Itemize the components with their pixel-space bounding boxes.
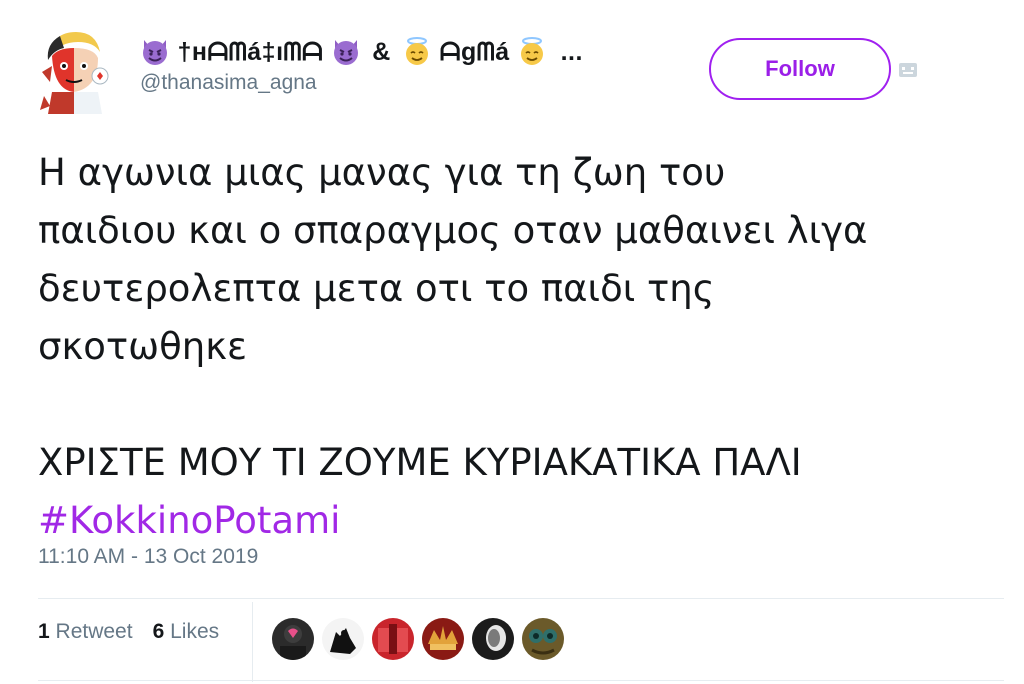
liker-avatar[interactable] (472, 618, 514, 660)
divider (252, 602, 253, 682)
more-menu-icon[interactable] (898, 62, 918, 78)
tweet-text-line: δευτερολεπτα μετα οτι το παιδι της (38, 267, 715, 310)
display-name[interactable]: †нᗩᗰá‡ıᗰᗩ & ᗩgᗰá ... (140, 36, 583, 67)
divider (38, 598, 1004, 599)
liker-avatars (272, 618, 564, 660)
tweet-text: Η αγωνια μιας μανας για τη ζωη του παιδι… (38, 144, 1013, 550)
tweet-text-line: σκοτωθηκε (38, 325, 248, 368)
likes-label: Likes (170, 620, 220, 643)
devil-emoji-icon (333, 40, 358, 65)
liker-avatar[interactable] (422, 618, 464, 660)
user-info[interactable]: †нᗩᗰá‡ıᗰᗩ & ᗩgᗰá ... @thanasima_agna (140, 36, 583, 95)
retweet-count: 1 (38, 620, 50, 643)
tweet-text-line: ΧΡΙΣΤΕ ΜΟΥ ΤΙ ΖΟΥΜΕ ΚΥΡΙΑΚΑΤΙΚΑ ΠΑΛΙ (38, 441, 802, 484)
likes-stat[interactable]: 6 Likes (153, 620, 220, 644)
user-handle[interactable]: @thanasima_agna (140, 71, 583, 95)
tweet-header: †нᗩᗰá‡ıᗰᗩ & ᗩgᗰá ... @thanasima_agna Fol… (38, 26, 998, 116)
profile-avatar[interactable] (38, 26, 112, 114)
retweet-stat[interactable]: 1 Retweet (38, 620, 133, 644)
tweet-text-line: παιδιου και ο σπαραγμος οταν μαθαινει λι… (38, 209, 868, 252)
divider (38, 680, 1004, 681)
liker-avatar[interactable] (272, 618, 314, 660)
devil-emoji-icon (143, 40, 167, 65)
tweet-timestamp[interactable]: 11:10 AM - 13 Oct 2019 (38, 545, 258, 569)
tweet-stats: 1 Retweet 6 Likes (38, 620, 219, 644)
likes-count: 6 (152, 620, 165, 643)
angel-emoji-icon (406, 37, 429, 65)
follow-button[interactable]: Follow (709, 38, 891, 100)
angel-emoji-icon (521, 37, 544, 65)
liker-avatar[interactable] (322, 618, 364, 660)
hashtag-link[interactable]: #KokkinoPotami (38, 492, 1013, 550)
tweet-text-line: Η αγωνια μιας μανας για τη ζωη του (38, 151, 726, 194)
liker-avatar[interactable] (372, 618, 414, 660)
retweet-label: Retweet (55, 620, 133, 643)
liker-avatar[interactable] (522, 618, 564, 660)
